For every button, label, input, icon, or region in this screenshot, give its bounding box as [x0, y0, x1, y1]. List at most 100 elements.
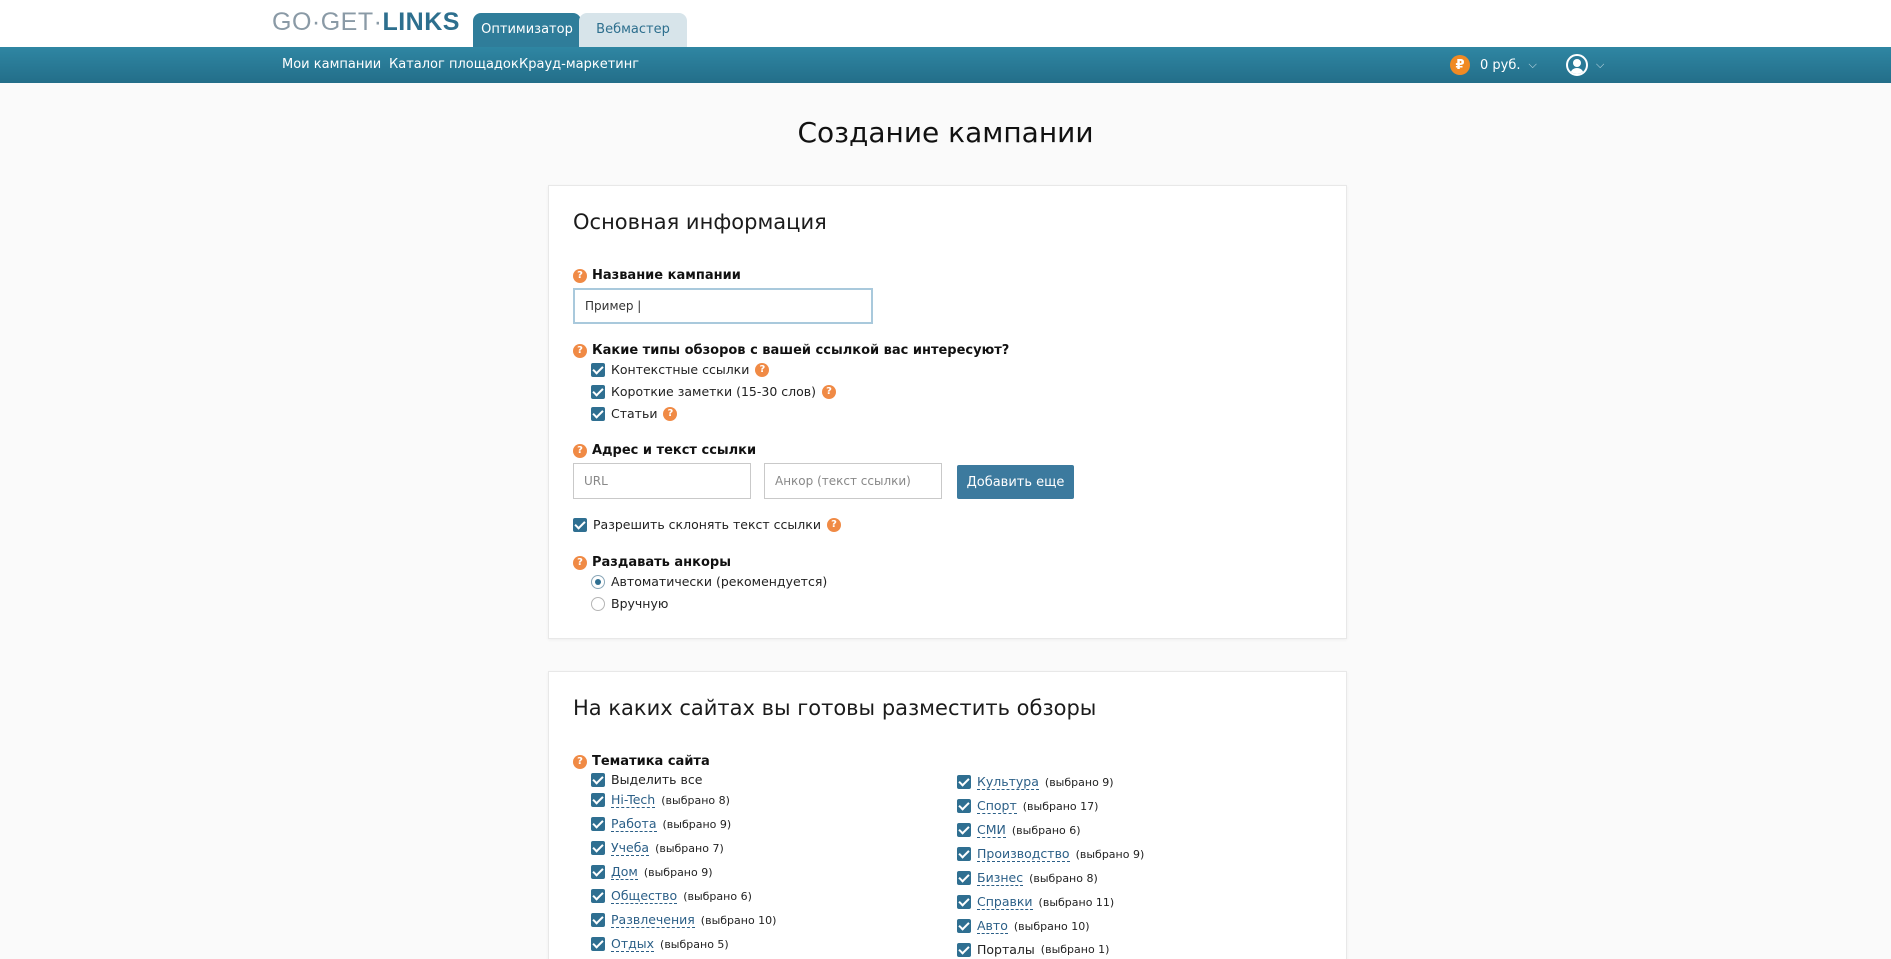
campaign-name-input[interactable]	[573, 288, 873, 324]
section-title-sites: На каких сайтах вы готовы разместить обз…	[573, 696, 1097, 720]
topic-item[interactable]: Бизнес (выбрано 8)	[957, 870, 1098, 886]
distribute-anchors-label: ? Раздавать анкоры	[573, 555, 731, 570]
topic-item[interactable]: Справки (выбрано 11)	[957, 894, 1114, 910]
campaign-name-label: ? Название кампании	[573, 268, 741, 283]
url-input[interactable]	[573, 463, 751, 499]
review-type-context-links[interactable]: Контекстные ссылки ?	[591, 362, 770, 377]
checkbox-checked[interactable]	[957, 942, 971, 957]
topic-count: (выбрано 8)	[661, 793, 730, 807]
help-icon[interactable]: ?	[826, 517, 841, 532]
topic-link[interactable]: Справки	[977, 894, 1033, 910]
topic-item[interactable]: Дом (выбрано 9)	[591, 864, 713, 880]
topic-link[interactable]: Учеба	[611, 840, 650, 856]
checkbox-checked[interactable]	[591, 793, 605, 807]
topic-item[interactable]: СМИ (выбрано 6)	[957, 822, 1081, 838]
topic-link[interactable]: Развлечения	[611, 912, 695, 928]
checkbox-checked[interactable]	[591, 937, 605, 951]
checkbox-checked[interactable]	[591, 913, 605, 927]
help-icon[interactable]: ?	[663, 406, 678, 421]
checkbox-checked[interactable]	[957, 895, 971, 909]
topic-item[interactable]: Культура (выбрано 9)	[957, 774, 1114, 790]
main-nav: Мои кампании Каталог площадок Крауд-марк…	[0, 47, 1891, 83]
topic-item[interactable]: Отдых (выбрано 5)	[591, 936, 729, 952]
topic-link[interactable]: Авто	[977, 918, 1008, 934]
anchor-input[interactable]	[764, 463, 942, 499]
topic-item[interactable]: Общество (выбрано 6)	[591, 888, 752, 904]
help-icon[interactable]: ?	[755, 362, 770, 377]
checkbox-checked[interactable]	[957, 871, 971, 885]
help-icon[interactable]: ?	[822, 384, 837, 399]
topic-link[interactable]: Спорт	[977, 798, 1017, 814]
topic-item[interactable]: Развлечения (выбрано 10)	[591, 912, 776, 928]
review-type-articles[interactable]: Статьи ?	[591, 406, 678, 421]
topic-item[interactable]: Работа (выбрано 9)	[591, 816, 731, 832]
topic-item[interactable]: Производство (выбрано 9)	[957, 846, 1144, 862]
allow-decline-option[interactable]: Разрешить склонять текст ссылки ?	[573, 517, 841, 532]
section-title-basic-info: Основная информация	[573, 210, 827, 234]
topic-link[interactable]: Общество	[611, 888, 678, 904]
add-more-button[interactable]: Добавить еще	[957, 465, 1074, 499]
nav-crowd-marketing[interactable]: Крауд-маркетинг	[519, 47, 639, 83]
topic-link[interactable]: Hi-Tech	[611, 792, 656, 808]
help-icon[interactable]: ?	[573, 268, 587, 283]
distribute-auto-option[interactable]: Автоматически (рекомендуется)	[591, 574, 827, 589]
checkbox-checked[interactable]	[957, 919, 971, 933]
topic-count: (выбрано 9)	[662, 817, 732, 831]
distribute-manual-option[interactable]: Вручную	[591, 596, 668, 611]
topic-link[interactable]: Дом	[611, 864, 638, 880]
tab-webmaster[interactable]: Вебмастер	[579, 13, 687, 47]
checkbox-checked[interactable]	[957, 799, 971, 813]
balance-value: 0 руб.	[1480, 57, 1521, 73]
topic-link[interactable]: Производство	[977, 846, 1070, 862]
topic-item[interactable]: Авто (выбрано 10)	[957, 918, 1090, 934]
topic-item[interactable]: Порталы (выбрано 1)	[957, 942, 1109, 957]
checkbox-checked[interactable]	[573, 517, 587, 532]
checkbox-checked[interactable]	[591, 889, 605, 903]
topic-link[interactable]: Работа	[611, 816, 657, 832]
checkbox-checked[interactable]	[591, 817, 605, 831]
topic-count: (выбрано 8)	[1029, 871, 1098, 885]
topic-count: (выбрано 6)	[1011, 823, 1081, 837]
user-menu[interactable]: ⌵	[1566, 47, 1604, 83]
basic-info-card: Основная информация ? Название кампании …	[548, 185, 1347, 639]
chevron-down-icon: ⌵	[1528, 58, 1537, 71]
checkbox-checked[interactable]	[591, 865, 605, 879]
topic-count: (выбрано 1)	[1040, 943, 1110, 956]
topic-link[interactable]: Отдых	[611, 936, 655, 952]
topic-item[interactable]: Hi-Tech (выбрано 8)	[591, 792, 730, 808]
topic-count: (выбрано 9)	[643, 865, 713, 879]
checkbox-checked[interactable]	[591, 841, 605, 855]
topic-count: (выбрано 5)	[660, 937, 729, 951]
review-type-short-notes[interactable]: Короткие заметки (15-30 слов) ?	[591, 384, 837, 399]
checkbox-checked[interactable]	[591, 362, 605, 377]
logo[interactable]: GO·GET·LINKS	[272, 8, 460, 37]
checkbox-checked[interactable]	[591, 384, 605, 399]
nav-site-catalog[interactable]: Каталог площадок	[389, 47, 519, 83]
logo-text-links: LINKS	[382, 8, 460, 36]
topic-item[interactable]: Учеба (выбрано 7)	[591, 840, 724, 856]
nav-my-campaigns[interactable]: Мои кампании	[282, 47, 381, 83]
topic-link[interactable]: Культура	[977, 774, 1039, 790]
topic-item[interactable]: Спорт (выбрано 17)	[957, 798, 1098, 814]
checkbox-checked[interactable]	[957, 823, 971, 837]
balance-dropdown[interactable]: ₽ 0 руб. ⌵	[1450, 47, 1537, 83]
checkbox-checked[interactable]	[957, 775, 971, 789]
topic-link[interactable]: Бизнес	[977, 870, 1024, 886]
radio-unselected[interactable]	[591, 596, 605, 611]
help-icon[interactable]: ?	[573, 343, 587, 358]
topic-label-plain: Порталы	[977, 942, 1035, 957]
select-all-topics[interactable]: Выделить все	[591, 772, 702, 787]
tab-optimizer[interactable]: Оптимизатор	[473, 13, 581, 47]
topic-link[interactable]: СМИ	[977, 822, 1006, 838]
checkbox-checked[interactable]	[957, 847, 971, 861]
checkbox-checked[interactable]	[591, 406, 605, 421]
page-title: Создание кампании	[797, 116, 1094, 149]
help-icon[interactable]: ?	[573, 555, 587, 570]
logo-text-go-get: GO·GET·	[272, 8, 383, 36]
topic-count: (выбрано 10)	[1013, 919, 1090, 933]
checkbox-checked[interactable]	[591, 772, 605, 787]
help-icon[interactable]: ?	[573, 443, 587, 458]
help-icon[interactable]: ?	[573, 754, 587, 769]
radio-selected[interactable]	[591, 574, 605, 589]
user-avatar-icon	[1566, 54, 1588, 76]
